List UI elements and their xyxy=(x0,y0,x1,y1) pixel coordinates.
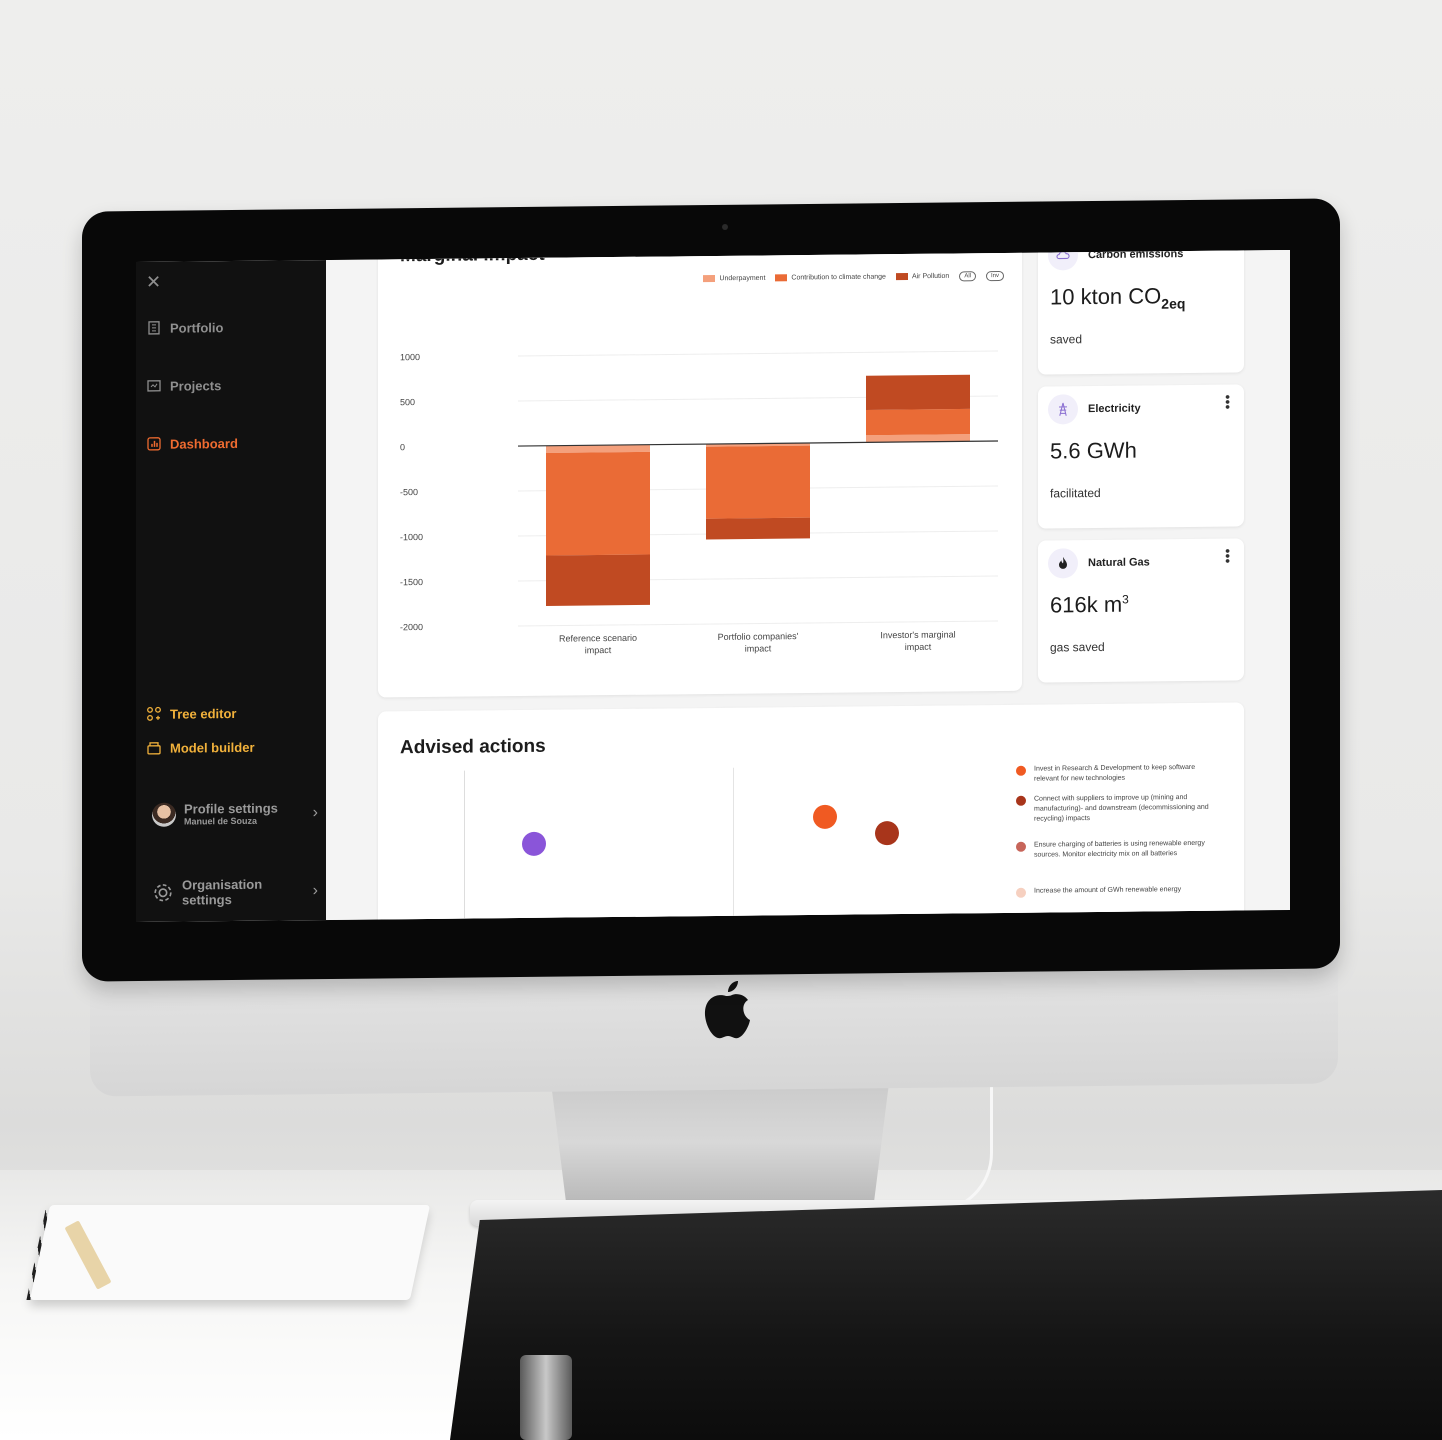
bullet-icon xyxy=(1016,795,1026,806)
stat-label: Carbon emissions xyxy=(1088,249,1184,262)
x-tick-label: Portfolio companies' xyxy=(718,631,799,642)
nav-projects[interactable]: Projects xyxy=(146,377,221,394)
organisation-settings-label: settings xyxy=(182,892,232,908)
bar-segment xyxy=(866,408,970,436)
camera-icon xyxy=(722,224,728,230)
organisation-settings[interactable]: Organisation settings › xyxy=(152,876,318,908)
nav-portfolio[interactable]: Portfolio xyxy=(146,319,223,336)
advised-action-item[interactable]: Ensure charging of batteries is using re… xyxy=(1016,839,1216,861)
stat-description: saved xyxy=(1050,332,1083,347)
advised-bubble-plot xyxy=(464,764,1005,923)
advised-action-item[interactable]: Connect with suppliers to improve up (mi… xyxy=(1016,793,1216,825)
tree-icon xyxy=(147,706,161,721)
nav-tree-editor-label: Tree editor xyxy=(170,705,237,722)
flame-icon xyxy=(1048,548,1078,579)
close-icon[interactable]: ✕ xyxy=(146,272,161,293)
bar-segment xyxy=(706,517,810,540)
y-tick-label: 0 xyxy=(400,442,405,452)
bullet-icon xyxy=(1016,887,1026,898)
y-tick-label: 500 xyxy=(400,397,415,407)
y-tick-label: -1500 xyxy=(400,577,423,587)
nav-model-builder[interactable]: Model builder xyxy=(146,739,255,756)
x-tick-label: impact xyxy=(905,642,932,652)
power-tower-icon xyxy=(1048,394,1078,425)
advised-actions-title: Advised actions xyxy=(400,735,546,759)
main-content: Marginal impact Underpayment Contributio… xyxy=(326,249,1290,923)
photo-scene: ✕ Portfolio Projects Dashboard Tree edit… xyxy=(0,0,1442,1440)
stat-value-text: 10 kton CO xyxy=(1050,283,1162,310)
sidebar: ✕ Portfolio Projects Dashboard Tree edit… xyxy=(136,260,326,923)
apple-logo-icon xyxy=(704,981,750,1039)
x-tick-label: Investor's marginal xyxy=(880,629,955,640)
advised-action-item[interactable]: Increase the amount of GWh renewable ene… xyxy=(1016,885,1216,898)
advised-action-text: Connect with suppliers to improve up (mi… xyxy=(1034,794,1209,823)
stat-label: Natural Gas xyxy=(1088,556,1150,570)
advised-action-text: Ensure charging of batteries is using re… xyxy=(1034,839,1205,859)
y-tick-label: 1000 xyxy=(400,352,420,362)
x-tick-label: Reference scenario xyxy=(559,633,637,644)
office-chair xyxy=(450,1190,1442,1440)
action-bubble[interactable] xyxy=(875,821,899,846)
profile-name: Manuel de Souza xyxy=(184,815,258,827)
profile-settings-label: Profile settings xyxy=(184,800,278,817)
stat-card-electricity: Electricity • • • 5.6 GWh facilitated xyxy=(1038,384,1244,529)
box-icon xyxy=(147,742,161,755)
marginal-impact-chart: 1000 500 0 -500 -1000 -1500 -2000 Reference sce… xyxy=(400,350,998,655)
chart-icon xyxy=(147,437,161,451)
screen: ✕ Portfolio Projects Dashboard Tree edit… xyxy=(136,249,1290,923)
advised-action-text: Increase the amount of GWh renewable ene… xyxy=(1034,886,1182,895)
imac-stand xyxy=(550,1075,890,1210)
stat-description: gas saved xyxy=(1050,639,1105,655)
nav-tree-editor[interactable]: Tree editor xyxy=(146,705,236,722)
x-tick-label: impact xyxy=(745,643,772,653)
nav-projects-label: Projects xyxy=(170,377,222,394)
chevron-right-icon: › xyxy=(312,803,318,821)
bar-segment xyxy=(546,451,650,556)
stat-value: 616k m3 xyxy=(1050,592,1129,619)
chair-post xyxy=(520,1355,572,1440)
advised-action-text: Invest in Research & Development to keep… xyxy=(1034,763,1196,783)
nav-dashboard[interactable]: Dashboard xyxy=(146,435,238,452)
nav-dashboard-label: Dashboard xyxy=(170,435,238,452)
clipboard-icon xyxy=(147,380,161,392)
advised-actions-card: Advised actions Invest in Research & Dev… xyxy=(378,702,1244,923)
more-options-icon[interactable]: • • • xyxy=(1225,389,1230,415)
bullet-icon xyxy=(1016,765,1026,776)
y-tick-label: -2000 xyxy=(400,622,423,632)
stat-value-subscript: 2eq xyxy=(1161,295,1186,312)
stat-value: 5.6 GWh xyxy=(1050,437,1137,464)
stat-card-natural-gas: Natural Gas • • • 616k m3 gas saved xyxy=(1038,538,1244,683)
nav-portfolio-label: Portfolio xyxy=(170,319,224,336)
x-tick-label: impact xyxy=(585,645,612,655)
cloud-icon xyxy=(1048,249,1078,271)
stat-value-text: 616k m xyxy=(1050,591,1123,618)
stat-value: 10 kton CO2eq xyxy=(1050,283,1185,313)
bar-segment xyxy=(866,374,970,410)
nav-model-builder-label: Model builder xyxy=(170,739,255,756)
gridline xyxy=(518,620,998,627)
organisation-label: Organisation xyxy=(182,876,263,893)
stat-label: Electricity xyxy=(1088,402,1141,416)
chevron-right-icon: › xyxy=(312,882,318,900)
building-icon xyxy=(148,321,160,335)
bar-segment xyxy=(546,554,650,606)
avatar xyxy=(152,802,176,827)
action-bubble[interactable] xyxy=(813,804,837,829)
stat-value-superscript: 3 xyxy=(1122,592,1129,607)
marginal-impact-card: Marginal impact Underpayment Contributio… xyxy=(378,249,1022,698)
bullet-icon xyxy=(1016,841,1026,852)
stat-description: facilitated xyxy=(1050,485,1101,501)
advised-action-item[interactable]: Invest in Research & Development to keep… xyxy=(1016,763,1216,785)
gear-icon xyxy=(154,884,172,902)
more-options-icon[interactable]: • • • xyxy=(1225,543,1230,569)
y-tick-label: -500 xyxy=(400,487,418,497)
y-tick-label: -1000 xyxy=(400,532,423,542)
profile-settings[interactable]: Profile settings Manuel de Souza › xyxy=(152,800,318,827)
stat-card-carbon: Carbon emissions 10 kton CO2eq saved xyxy=(1038,249,1244,375)
bar-segment xyxy=(706,445,810,519)
plot-divider xyxy=(733,767,734,923)
gridline xyxy=(518,350,998,357)
action-bubble[interactable] xyxy=(522,831,546,857)
